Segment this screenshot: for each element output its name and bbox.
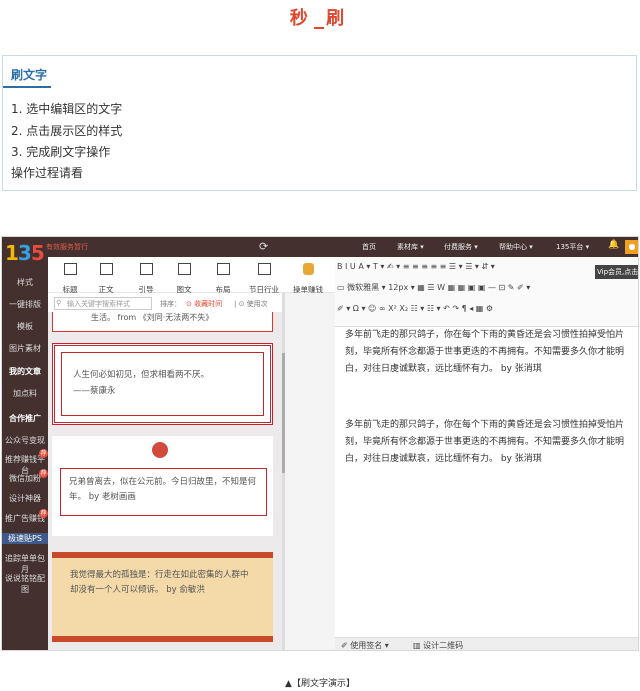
earn-tool[interactable]: 操单赚钱	[293, 261, 323, 296]
graphic-icon	[177, 263, 191, 275]
step-1: 1. 选中编辑区的文字	[11, 102, 123, 116]
sidebar-item-design[interactable]: 设计神器	[2, 493, 48, 504]
style-panel: 生活。 from 《刘同·无法两不失》 人生何必如初见，但求相看两不厌。 ——蔡…	[48, 312, 282, 650]
step-2: 2. 点击展示区的样式	[11, 124, 123, 138]
style-card[interactable]: 兄弟曾离去，似在公元前。今日归故里，不知是何年。 by 老树画画	[52, 436, 273, 536]
qrcode-tab[interactable]: ▥ 设计二维码	[413, 640, 463, 650]
promo-text[interactable]: 有效服务暂行	[46, 242, 88, 252]
sidebar-item-monthly[interactable]: 追踪单单包月	[2, 553, 48, 575]
style-card-author: ——蔡康永	[73, 386, 116, 396]
figure-caption: ▲【刷文字演示】	[285, 679, 355, 689]
nav-help[interactable]: 帮助中心 ▾	[499, 242, 533, 252]
sort-usage[interactable]: | ⊙ 使用次	[234, 299, 268, 309]
step-3: 3. 完成刷文字操作	[11, 145, 111, 159]
gift-icon	[257, 263, 271, 275]
tab-body[interactable]: 正文	[88, 257, 124, 294]
title-icon	[63, 263, 77, 275]
badge-dot: 荐	[39, 509, 48, 518]
sort-label: 排序：	[160, 300, 181, 308]
editor-area[interactable]: 多年前飞走的那只鸽子，你在每个下雨的黄昏还是会习惯性拍掉受怕片刻，毕竟所有怀念都…	[335, 327, 638, 631]
top-bar: 有效服务暂行 ⟳ 首页 素材库 ▾ 付费服务 ▾ 帮助中心 ▾ 135平台 ▾ …	[2, 237, 638, 257]
divider-column	[285, 293, 335, 650]
money-bag-icon	[302, 263, 314, 275]
instructions-box: 刷文字 1. 选中编辑区的文字 2. 点击展示区的样式 3. 完成刷文字操作 操…	[2, 55, 637, 191]
sidebar-item-ps[interactable]: 极速贴PS	[2, 533, 48, 544]
bird-icon	[152, 442, 168, 458]
app-logo[interactable]: 135	[5, 238, 45, 270]
section-label: 刷文字	[11, 68, 48, 82]
tab-guide[interactable]: 引导	[128, 257, 164, 294]
editor-toolbar: B I U A ▾ T ▾ ✍ ▾ ≡ ≡ ≡ ≡ ≡ ☰ ▾ ☰ ▾ ⇵ ▾ …	[335, 257, 638, 327]
style-card[interactable]: 我觉得最大的孤独是：行走在如此密集的人群中却没有一个人可以倾诉。 by 俞敏洪	[52, 552, 273, 642]
style-card-text: 兄弟曾离去，似在公元前。今日归故里，不知是何年。 by 老树画画	[60, 468, 267, 516]
toolbar-row-font[interactable]: ▭ 微软雅黑 ▾ 12px ▾ ▦ ☰ W ▦ ▦ ▣ ▣ — ⊡ ✎ ✐ ▾	[337, 282, 530, 293]
refresh-icon[interactable]: ⟳	[259, 240, 268, 253]
tab-holiday[interactable]: 节日行业	[244, 257, 284, 294]
sidebar-item-autolayout[interactable]: 一键排版	[2, 299, 48, 310]
step-note: 操作过程请看	[11, 166, 84, 180]
style-card-text: 生活。 from 《刘同·无法两不失》	[91, 313, 214, 322]
nav-materials[interactable]: 素材库 ▾	[397, 242, 424, 252]
search-input[interactable]: 输入关键字搜索样式	[54, 297, 152, 310]
sidebar: 样式 一键排版 模板 图片素材 我的文章 加点料 合作推广 公众号变现 推荐赚钱…	[2, 257, 48, 650]
tab-graphic[interactable]: 图文	[166, 257, 202, 294]
title-underline	[314, 27, 324, 29]
badge-dot: 荐	[39, 469, 48, 478]
toolbar-row-insert[interactable]: ✐ ▾ Ω ▾ ☺ ∞ X² X₂ ☷ ▾ ☷ ▾ ↶ ↷ ¶ ◂ ▦ ⚙	[337, 304, 493, 313]
style-card-text: 我觉得最大的孤独是：行走在如此密集的人群中却没有一个人可以倾诉。 by 俞敏洪	[70, 570, 249, 595]
vip-button[interactable]: Vip会员,点击	[595, 265, 638, 279]
style-category-bar: 标题 正文 引导 图文 布局 节日行业	[48, 257, 335, 294]
style-card[interactable]: 人生何必如初见，但求相看两不厌。 ——蔡康永	[52, 343, 273, 425]
sidebar-item-extras[interactable]: 加点料	[2, 388, 48, 399]
tab-title[interactable]: 标题	[52, 257, 88, 294]
layout-icon	[216, 263, 230, 275]
nav-paid[interactable]: 付费服务 ▾	[444, 242, 478, 252]
text-icon	[99, 263, 113, 275]
badge-dot: 荐	[39, 449, 48, 458]
nav-platform[interactable]: 135平台 ▾	[556, 242, 589, 252]
panel-scrollbar[interactable]	[282, 293, 285, 650]
toolbar-row-format[interactable]: B I U A ▾ T ▾ ✍ ▾ ≡ ≡ ≡ ≡ ≡ ☰ ▾ ☰ ▾ ⇵ ▾	[337, 262, 495, 271]
tab-layout[interactable]: 布局	[205, 257, 241, 294]
image-icon	[139, 263, 153, 275]
search-row: ⚲ 输入关键字搜索样式 排序： ⊙ 收藏时间 | ⊙ 使用次	[48, 294, 282, 312]
sidebar-item-styles[interactable]: 样式	[2, 277, 48, 288]
section-underline	[3, 86, 51, 88]
sort-favorite[interactable]: ⊙ 收藏时间	[186, 299, 222, 309]
bell-icon[interactable]: 🔔	[608, 240, 619, 250]
sidebar-item-monetize[interactable]: 公众号变现	[2, 435, 48, 446]
sidebar-item-articles[interactable]: 我的文章	[2, 366, 48, 377]
style-card-quote: 人生何必如初见，但求相看两不厌。	[73, 370, 210, 380]
sidebar-section-promo: 合作推广	[9, 414, 41, 423]
editor-paragraph[interactable]: 多年前飞走的那只鸽子，你在每个下雨的黄昏还是会习惯性拍掉受怕片刻，毕竟所有怀念都…	[345, 327, 635, 378]
sidebar-item-images[interactable]: 图片素材	[2, 343, 48, 354]
app-screenshot: 有效服务暂行 ⟳ 首页 素材库 ▾ 付费服务 ▾ 帮助中心 ▾ 135平台 ▾ …	[1, 236, 639, 651]
editor-paragraph[interactable]: 多年前飞走的那只鸽子，你在每个下雨的黄昏还是会习惯性拍掉受怕片刻，毕竟所有怀念都…	[345, 417, 635, 468]
nav-home[interactable]: 首页	[362, 242, 376, 252]
signature-tab[interactable]: ✐ 使用签名 ▾	[341, 640, 389, 650]
style-card[interactable]: 生活。 from 《刘同·无法两不失》	[52, 312, 273, 332]
sidebar-item-pictures[interactable]: 说说铭铭配图	[2, 573, 48, 595]
sidebar-item-templates[interactable]: 模板	[2, 321, 48, 332]
avatar[interactable]: ●	[625, 240, 638, 254]
editor-footer: ✐ 使用签名 ▾ ▥ 设计二维码	[335, 637, 638, 650]
